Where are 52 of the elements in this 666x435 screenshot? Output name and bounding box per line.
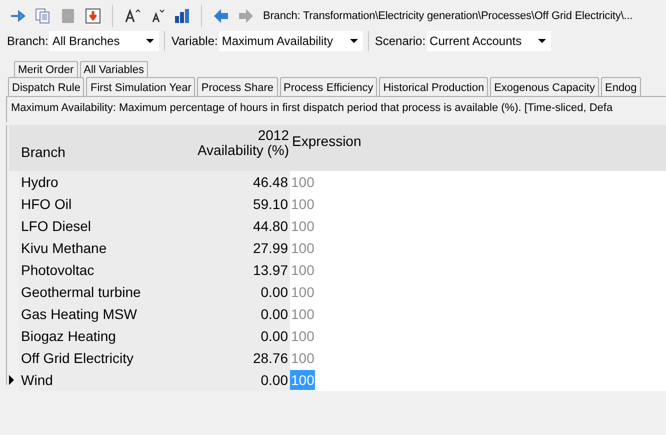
value-cell: 13.97 (147, 259, 290, 281)
current-row-indicator-icon (9, 375, 14, 385)
value-cell: 59.10 (147, 193, 290, 215)
filter-dropdown[interactable]: Current Accounts (426, 31, 551, 51)
value-cell: 0.00 (147, 303, 290, 325)
filter-label: Scenario: (374, 34, 426, 48)
font-increase-icon (123, 7, 141, 25)
export-button[interactable] (83, 6, 103, 26)
tab[interactable]: Historical Production (379, 77, 488, 96)
dropdown-caret-icon (350, 39, 358, 43)
value-cell: 28.76 (147, 347, 290, 369)
copy-icon (34, 7, 52, 25)
column-header: 2012 Availability (%) (147, 125, 290, 171)
branch-cell: Kivu Methane (19, 237, 147, 259)
tab[interactable]: Process Share (197, 77, 278, 96)
back-arrow-icon (212, 7, 230, 25)
branch-cell: Wind (19, 369, 147, 391)
tab[interactable]: First Simulation Year (86, 77, 196, 96)
tab[interactable]: Endog (600, 77, 641, 96)
value-cell: 0.00 (147, 325, 290, 347)
dropdown-caret-icon (146, 39, 154, 43)
value-cell: 0.00 (147, 281, 290, 303)
filter-dropdown[interactable]: Maximum Availability (218, 31, 363, 51)
value-cell: 46.48 (147, 171, 290, 193)
forward-arrow-icon (237, 7, 255, 25)
branch-cell: Gas Heating MSW (19, 303, 147, 325)
filter-dropdown[interactable]: All Branches (49, 31, 160, 51)
branch-cell: Biogaz Heating (19, 325, 147, 347)
column-header: Expression (290, 125, 666, 171)
branch-cell: Photovoltac (19, 259, 147, 281)
branch-cell: Geothermal turbine (19, 281, 147, 303)
branch-cell: LFO Diesel (19, 215, 147, 237)
value-cell: 0.00 (147, 369, 290, 391)
bar-chart-icon (173, 7, 191, 25)
tab[interactable]: Process Efficiency (280, 77, 378, 96)
tab[interactable]: Dispatch Rule (8, 77, 84, 96)
branch-cell: HFO Oil (19, 193, 147, 215)
breadcrumb-path: Branch: Transformation\Electricity generation\Processes\Off Grid Electricity\... (263, 10, 633, 22)
column-header: Branch (9, 125, 147, 171)
value-cell: 44.80 (147, 215, 290, 237)
tab[interactable]: Exogenous Capacity (490, 77, 599, 96)
export-icon (84, 7, 102, 25)
branch-cell: Hydro (19, 171, 147, 193)
filter-label: Branch: (7, 34, 48, 48)
tab[interactable]: All Variables (80, 61, 148, 77)
value-cell: 27.99 (147, 237, 290, 259)
filter-label: Variable: (171, 34, 218, 48)
dropdown-caret-icon (538, 39, 546, 43)
branch-cell: Off Grid Electricity (19, 347, 147, 369)
tab[interactable]: Merit Order (14, 61, 78, 77)
variable-description: Maximum Availability: Maximum percentage of hours in first dispatch period that process is available (%). [Time-sliced, Defa (11, 102, 613, 114)
bar-chart-button[interactable] (172, 6, 192, 26)
